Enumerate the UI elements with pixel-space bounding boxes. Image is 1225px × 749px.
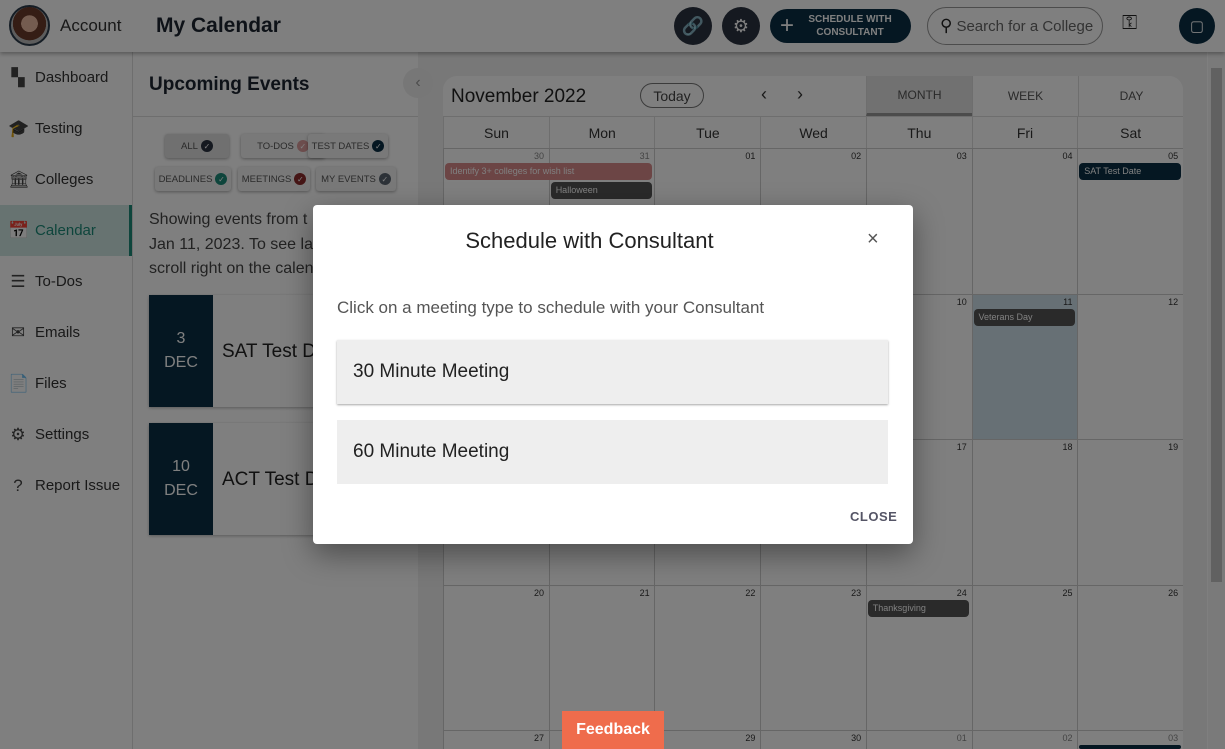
schedule-modal: Schedule with Consultant × Click on a me… [313, 205, 913, 544]
meeting-option-60[interactable]: 60 Minute Meeting [337, 420, 888, 484]
close-button[interactable]: CLOSE [850, 509, 897, 524]
modal-title: Schedule with Consultant [465, 228, 714, 253]
modal-subtitle: Click on a meeting type to schedule with… [337, 298, 765, 317]
close-icon[interactable]: × [867, 228, 879, 251]
feedback-button[interactable]: Feedback [562, 711, 664, 749]
meeting-option-30[interactable]: 30 Minute Meeting [337, 340, 888, 404]
